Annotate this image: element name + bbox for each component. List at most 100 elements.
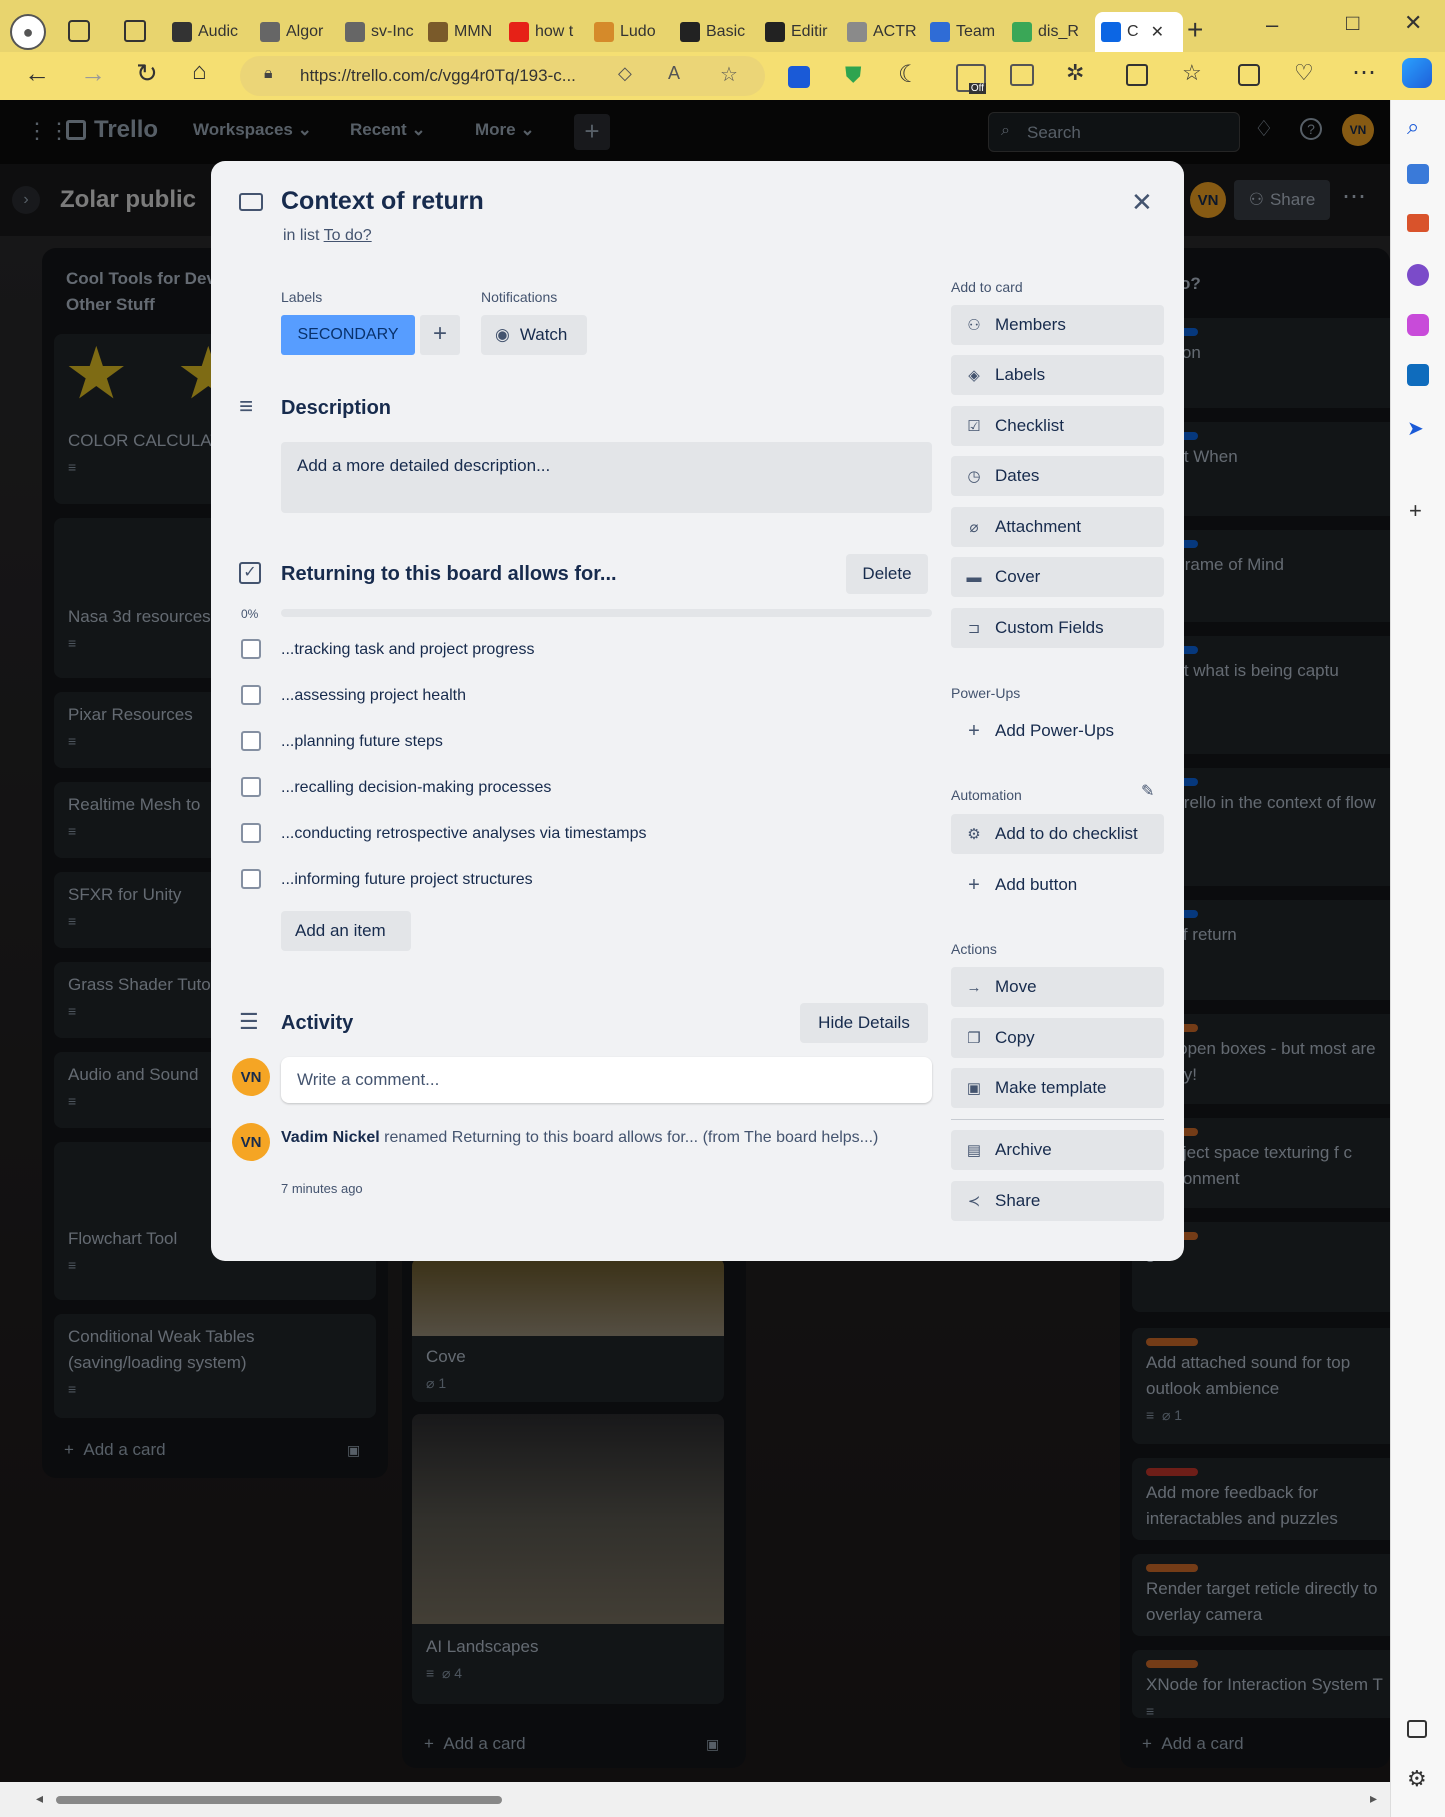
delete-checklist-button[interactable]: Delete	[846, 554, 928, 594]
add-to-do-checklist-button[interactable]: ⚙ Add to do checklist	[951, 814, 1164, 854]
tab-favicon-icon	[1101, 22, 1121, 42]
favorites-icon[interactable]: ☆	[1182, 60, 1202, 86]
checklist-item-text[interactable]: ...tracking task and project progress	[281, 641, 534, 659]
copilot-icon[interactable]	[1402, 58, 1432, 88]
favorite-star-icon[interactable]: ☆	[720, 62, 738, 87]
label-secondary[interactable]: SECONDARY	[281, 315, 415, 355]
shopping-icon[interactable]	[1407, 164, 1429, 184]
browser-tab[interactable]: C ✕	[1095, 12, 1183, 52]
add-power-ups-button[interactable]: + Add Power-Ups	[951, 711, 1164, 751]
scroll-left-icon[interactable]: ◂	[36, 1790, 43, 1807]
checklist-item-checkbox[interactable]	[241, 777, 261, 797]
read-aloud-icon[interactable]: A	[668, 63, 680, 84]
add-checklist-item-button[interactable]: Add an item	[281, 911, 411, 951]
refresh-icon[interactable]: ↻	[136, 58, 158, 89]
maximize-button[interactable]: □	[1346, 10, 1359, 36]
browser-tab[interactable]: dis_R	[1012, 12, 1092, 52]
browser-tab[interactable]: Audic	[172, 12, 252, 52]
checklist-item-checkbox[interactable]	[241, 869, 261, 889]
browser-tab[interactable]: how t	[509, 12, 589, 52]
extension-blue-icon[interactable]	[788, 66, 810, 88]
tag-icon[interactable]: ◇	[618, 63, 632, 84]
horizontal-scrollbar[interactable]: ◂ ▸	[0, 1782, 1390, 1817]
labels-button[interactable]: ◈ Labels	[951, 355, 1164, 395]
split-screen-icon[interactable]	[1126, 64, 1148, 86]
browser-tab[interactable]: Editir	[765, 12, 845, 52]
home-icon[interactable]: ⌂	[192, 58, 207, 86]
activity-user[interactable]: Vadim Nickel	[281, 1129, 380, 1146]
forward-icon[interactable]: →	[80, 58, 106, 89]
tab-actions-icon[interactable]	[124, 20, 146, 42]
games-icon[interactable]	[1407, 264, 1429, 286]
checklist-item-text[interactable]: ...informing future project structures	[281, 871, 533, 889]
card-title[interactable]: Context of return	[281, 187, 484, 216]
add-sidebar-icon[interactable]: +	[1409, 498, 1422, 524]
search-sidebar-icon[interactable]: ⌕	[1407, 114, 1419, 140]
collections-icon[interactable]	[1238, 64, 1260, 86]
performance-icon[interactable]: ♡	[1294, 60, 1314, 86]
browser-tab[interactable]: Ludo	[594, 12, 674, 52]
checklist-item-text[interactable]: ...recalling decision-making processes	[281, 779, 551, 797]
checklist-item-checkbox[interactable]	[241, 639, 261, 659]
watch-button[interactable]: ◉ Watch	[481, 315, 587, 355]
browser-tab[interactable]: Basic	[680, 12, 760, 52]
outlook-icon[interactable]	[1407, 364, 1429, 386]
activity-avatar[interactable]: VN	[232, 1123, 270, 1161]
dates-button[interactable]: ◷ Dates	[951, 456, 1164, 496]
close-icon[interactable]: ✕	[1131, 187, 1153, 218]
extension-screen-icon[interactable]	[1010, 64, 1034, 86]
attachment-button[interactable]: ⌀ Attachment	[951, 507, 1164, 547]
browser-tab[interactable]: Algor	[260, 12, 340, 52]
browser-tab[interactable]: Team	[930, 12, 1010, 52]
activity-time[interactable]: 7 minutes ago	[281, 1181, 363, 1196]
more-options-icon[interactable]: ⋯	[1352, 58, 1376, 87]
settings-gear-icon[interactable]: ⚙	[1407, 1766, 1427, 1792]
hide-details-button[interactable]: Hide Details	[800, 1003, 928, 1043]
browser-tab[interactable]: ACTR	[847, 12, 927, 52]
cover-button[interactable]: ▬ Cover	[951, 557, 1164, 597]
browser-tab[interactable]: sv-Inc	[345, 12, 425, 52]
tools-icon[interactable]	[1407, 214, 1429, 232]
close-tab-icon[interactable]: ✕	[1151, 22, 1164, 42]
add-button-button[interactable]: + Add button	[951, 865, 1164, 905]
send-icon[interactable]: ➤	[1407, 416, 1424, 441]
comment-input[interactable]: Write a comment...	[281, 1057, 932, 1103]
user-avatar[interactable]: VN	[232, 1058, 270, 1096]
make-template-button[interactable]: ▣ Make template	[951, 1068, 1164, 1108]
shield-icon[interactable]: ⛊	[845, 62, 862, 88]
workspaces-icon[interactable]	[68, 20, 90, 42]
list-link[interactable]: To do?	[324, 227, 372, 244]
new-tab-button[interactable]: +	[1187, 14, 1203, 46]
minimize-button[interactable]: –	[1266, 12, 1278, 38]
extensions-puzzle-icon[interactable]: ✲	[1066, 60, 1084, 86]
members-button[interactable]: ⚇ Members	[951, 305, 1164, 345]
checklist-item-checkbox[interactable]	[241, 823, 261, 843]
extension-off-icon[interactable]: Off	[956, 64, 986, 94]
browser-tab[interactable]: MMN	[428, 12, 508, 52]
dark-mode-icon[interactable]: ☾	[898, 60, 920, 89]
add-label-button[interactable]: +	[420, 315, 460, 355]
share-button[interactable]: ≺ Share	[951, 1181, 1164, 1221]
profile-icon[interactable]: ●	[10, 14, 46, 50]
scroll-right-icon[interactable]: ▸	[1370, 1790, 1377, 1807]
back-icon[interactable]: ←	[24, 58, 50, 89]
add-to-do-checklist-label: Add to do checklist	[995, 824, 1138, 843]
edit-automation-icon[interactable]: ✎	[1141, 781, 1154, 801]
checklist-item-text[interactable]: ...assessing project health	[281, 687, 466, 705]
close-window-button[interactable]: ✕	[1404, 10, 1422, 36]
sidebar-toggle-icon[interactable]	[1407, 1720, 1427, 1738]
office-icon[interactable]	[1407, 314, 1429, 336]
checklist-item-checkbox[interactable]	[241, 685, 261, 705]
url-bar[interactable]: 🔒︎ https://trello.com/c/vgg4r0Tq/193-c..…	[240, 56, 765, 96]
checklist-button[interactable]: ☑ Checklist	[951, 406, 1164, 446]
move-button[interactable]: → Move	[951, 967, 1164, 1007]
checklist-item-text[interactable]: ...planning future steps	[281, 733, 443, 751]
checklist-item-checkbox[interactable]	[241, 731, 261, 751]
custom-fields-button[interactable]: ⊐ Custom Fields	[951, 608, 1164, 648]
description-editor[interactable]: Add a more detailed description...	[281, 442, 932, 513]
scrollbar-thumb[interactable]	[56, 1796, 502, 1804]
checklist-item-text[interactable]: ...conducting retrospective analyses via…	[281, 825, 647, 843]
checklist-title[interactable]: Returning to this board allows for...	[281, 563, 617, 586]
copy-button[interactable]: ❐ Copy	[951, 1018, 1164, 1058]
archive-button[interactable]: ▤ Archive	[951, 1130, 1164, 1170]
